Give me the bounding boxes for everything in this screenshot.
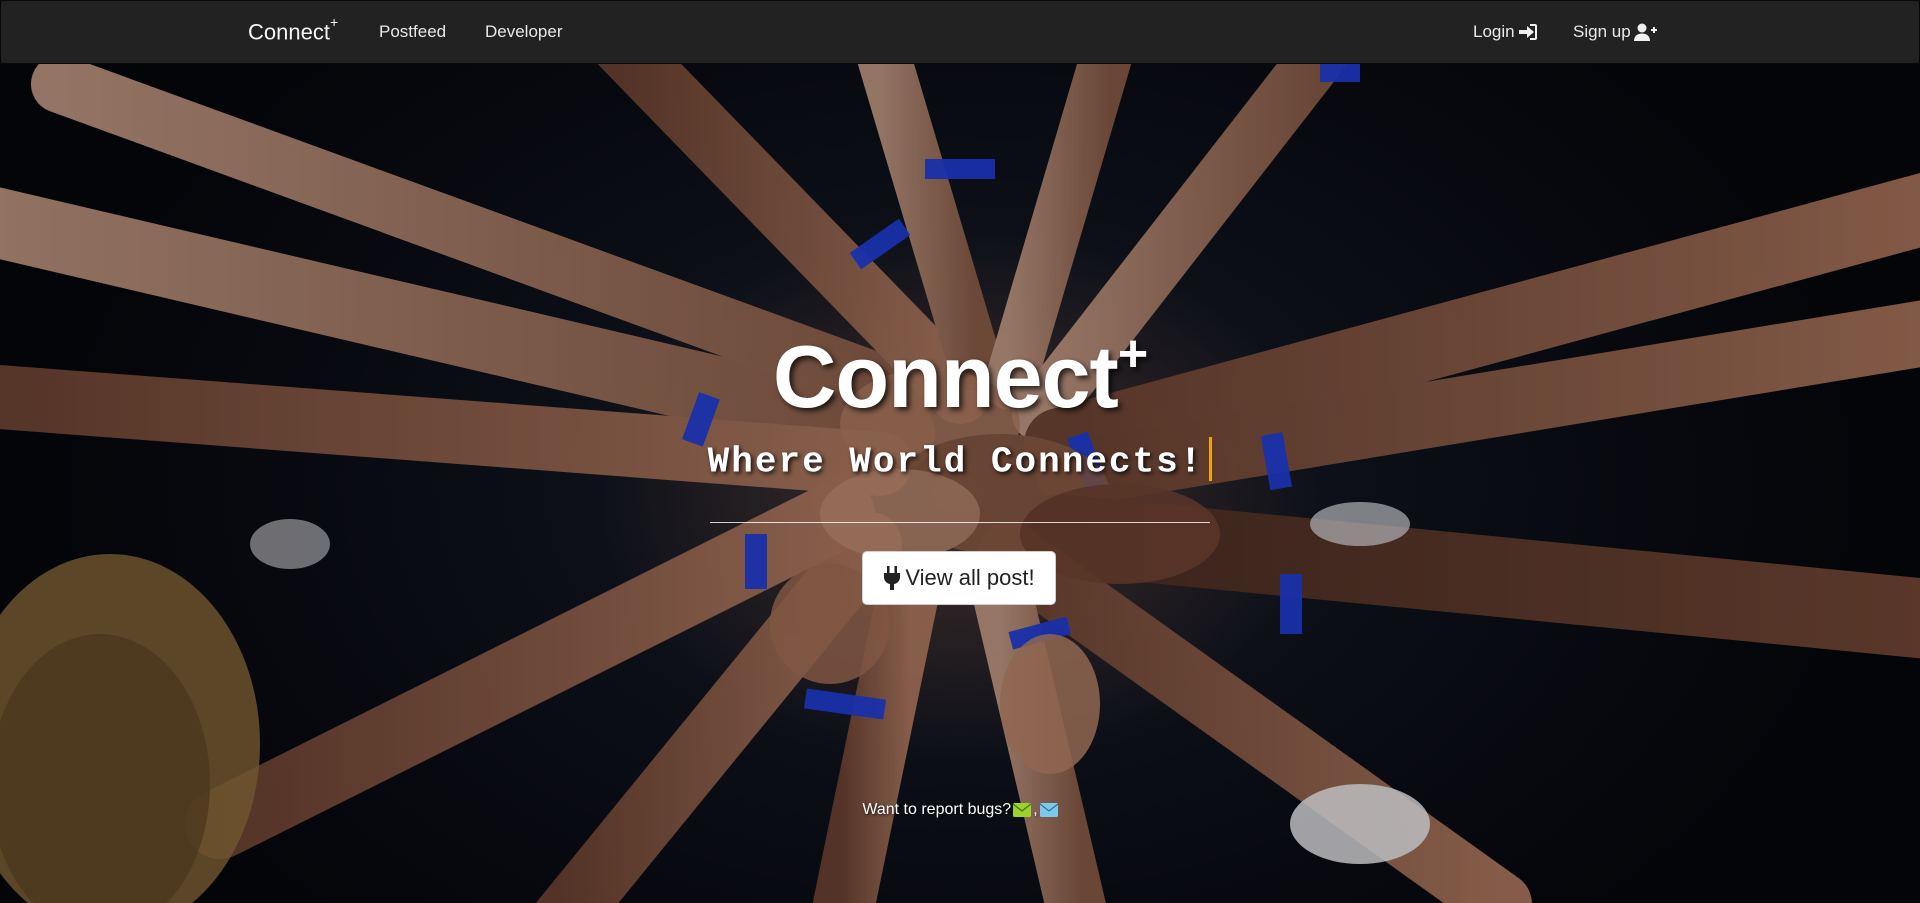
nav-signup-link[interactable]: Sign up (1573, 22, 1657, 42)
report-bugs-line: Want to report bugs? , (0, 801, 1920, 819)
hero-divider (710, 522, 1210, 523)
brand-logo-link[interactable]: Connect+ (248, 14, 338, 45)
signup-label: Sign up (1573, 22, 1631, 41)
nav-login-link[interactable]: Login (1473, 22, 1538, 42)
typing-cursor (1209, 437, 1213, 481)
user-plus-icon (1633, 23, 1657, 41)
nav-postfeed-link[interactable]: Postfeed (379, 22, 446, 42)
hero-tagline: Where World Connects! (0, 437, 1920, 484)
hero-title: Connect+ (0, 324, 1920, 428)
view-all-posts-button[interactable]: View all post! (862, 551, 1056, 605)
report-separator: , (1033, 801, 1038, 818)
landing-page: Connect+ Postfeed Developer Login Sign u… (0, 0, 1920, 903)
login-label: Login (1473, 22, 1515, 41)
report-bugs-text: Want to report bugs? (862, 801, 1012, 818)
view-all-posts-label: View all post! (905, 565, 1035, 590)
top-navbar: Connect+ Postfeed Developer Login Sign u… (0, 0, 1920, 64)
hero-title-sup: + (1117, 324, 1148, 383)
brand-text: Connect (248, 19, 330, 45)
envelope-blue-icon[interactable] (1039, 803, 1059, 817)
hero-title-text: Connect (772, 327, 1119, 426)
envelope-green-icon[interactable] (1012, 803, 1032, 817)
plug-icon (883, 566, 901, 590)
nav-developer-link[interactable]: Developer (485, 22, 563, 42)
sign-in-icon (1518, 23, 1538, 41)
hero-tagline-text: Where World Connects! (707, 441, 1204, 483)
brand-sup: + (329, 14, 339, 30)
